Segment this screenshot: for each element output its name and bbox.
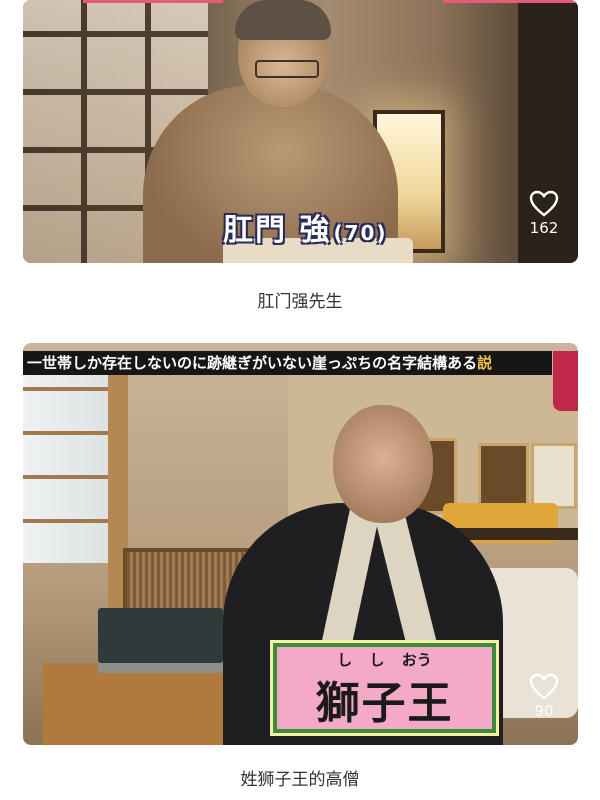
caption-name: 肛門 強: [223, 213, 332, 248]
heart-icon: [529, 190, 559, 217]
heart-icon: [529, 673, 559, 700]
tv-banner: 一世帯しか存在しないのに跡継ぎがいない崖っぷちの名字結構ある説: [23, 351, 552, 375]
subtitle-caption: 肛門 強 (70): [223, 205, 388, 249]
certificate-frame: [531, 443, 577, 509]
book-stack: [98, 608, 223, 663]
like-count: 90: [534, 702, 554, 720]
picture-frame: [478, 443, 529, 509]
post-card-1[interactable]: 肛門 強 (70) 162: [23, 0, 578, 263]
post-image-2[interactable]: 一世帯しか存在しないのに跡継ぎがいない崖っぷちの名字結構ある説 し し おう 獅…: [23, 343, 578, 745]
name-caption-box: し し おう 獅子王: [273, 643, 496, 733]
like-button[interactable]: 162: [524, 190, 564, 237]
like-button[interactable]: 90: [524, 673, 564, 720]
post-image-1[interactable]: 肛門 強 (70): [23, 0, 578, 263]
window: [23, 363, 118, 563]
glasses: [255, 60, 319, 78]
man-hair: [235, 0, 331, 40]
side-table: [43, 663, 243, 745]
top-edge-mark: [443, 0, 578, 3]
post-title-1[interactable]: 肛门强先生: [0, 287, 600, 312]
banner-text: 一世帯しか存在しないのに跡継ぎがいない崖っぷちの名字結構ある: [27, 354, 478, 372]
name-caption: 獅子王: [315, 678, 454, 729]
caption-age: (70): [333, 221, 388, 245]
banner-tab: [553, 351, 578, 411]
like-count: 162: [529, 219, 559, 237]
post-card-2[interactable]: 一世帯しか存在しないのに跡継ぎがいない崖っぷちの名字結構ある説 し し おう 獅…: [23, 343, 578, 745]
banner-highlight: 説: [477, 354, 493, 372]
monk-head: [333, 405, 433, 523]
post-title-2[interactable]: 姓狮子王的高僧: [0, 765, 600, 790]
top-edge-mark: [83, 0, 223, 3]
